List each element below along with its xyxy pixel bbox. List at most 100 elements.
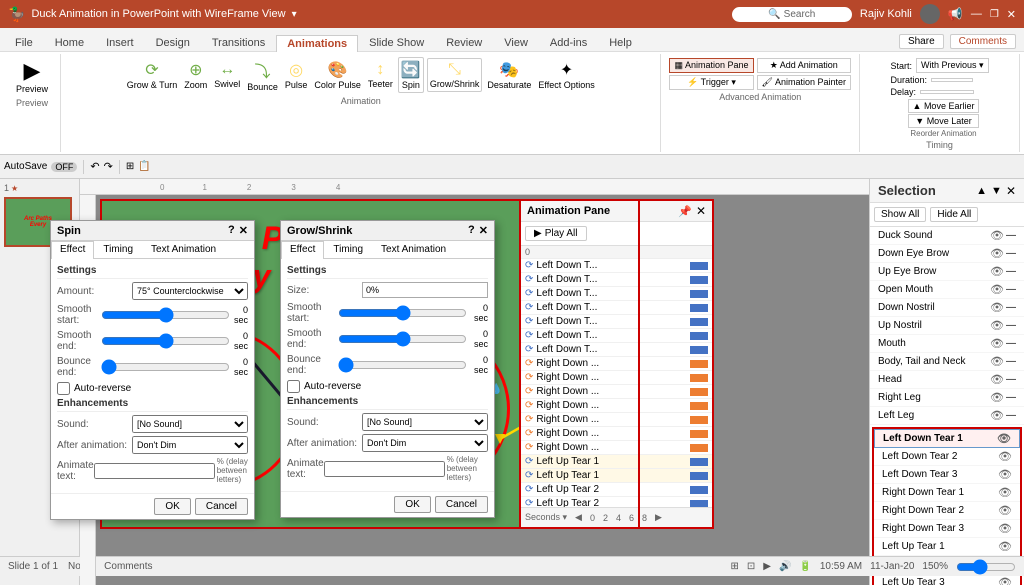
eye-up-eye-brow[interactable]: 👁 <box>990 265 1004 278</box>
play-all-btn[interactable]: ▶ Play All <box>525 226 587 241</box>
spin-amount-select[interactable]: 75° Counterclockwise <box>132 282 248 300</box>
zoom-slider[interactable] <box>956 561 1016 573</box>
anim-item-3[interactable]: ⟳ Left Down T... <box>521 287 712 301</box>
tab-design[interactable]: Design <box>145 34 201 51</box>
spin-animate-text-input[interactable] <box>94 463 215 479</box>
sel-head[interactable]: Head 👁 — <box>870 371 1024 389</box>
grow-smooth-start-slider[interactable] <box>338 307 467 319</box>
spin-dialog-help[interactable]: ? <box>228 224 235 237</box>
minimize-btn[interactable]: — <box>971 8 982 20</box>
anim-item-9[interactable]: ⟳ Right Down ... <box>521 371 712 385</box>
eye-body-tail-neck[interactable]: 👁 <box>990 355 1004 368</box>
grow-tab-timing[interactable]: Timing <box>324 241 372 258</box>
anim-pulse[interactable]: ◎ Pulse <box>283 58 310 92</box>
grow-bounce-end-slider[interactable] <box>338 359 467 371</box>
anim-item-7[interactable]: ⟳ Left Down T... <box>521 343 712 357</box>
anim-pane-pin[interactable]: 📌 <box>678 205 692 218</box>
anim-grow-shrink[interactable]: ⤡ Grow/Shrink <box>427 58 483 92</box>
spin-dialog-close[interactable]: ✕ <box>239 224 248 237</box>
anim-teeter[interactable]: ↕ Teeter <box>366 59 395 91</box>
anim-zoom[interactable]: ⊕ Zoom <box>182 58 209 92</box>
view-normal-btn[interactable]: ⊞ <box>730 561 738 572</box>
close-btn[interactable]: ✕ <box>1007 8 1016 21</box>
sel-left-down-tear-3[interactable]: Left Down Tear 3 👁 <box>874 466 1020 484</box>
eye-down-eye-brow[interactable]: 👁 <box>990 247 1004 260</box>
eye-right-down-tear-1[interactable]: 👁 <box>998 486 1012 499</box>
anim-bounce[interactable]: ⤵ Bounce <box>245 56 280 94</box>
search-bar[interactable]: 🔍 Search <box>732 7 852 22</box>
anim-desaturate[interactable]: 🎭 Desaturate <box>485 58 533 92</box>
tab-review[interactable]: Review <box>435 34 493 51</box>
tab-file[interactable]: File <box>4 34 44 51</box>
sel-down-nostril[interactable]: Down Nostril 👁 — <box>870 299 1024 317</box>
comments-button[interactable]: Comments <box>950 34 1016 49</box>
anim-item-10[interactable]: ⟳ Right Down ... <box>521 385 712 399</box>
anim-item-1[interactable]: ⟳ Left Down T... <box>521 259 712 273</box>
anim-item-17[interactable]: ⟳ Left Up Tear 2 <box>521 483 712 497</box>
hide-all-btn[interactable]: Hide All <box>930 207 978 222</box>
move-later-btn[interactable]: ▼ Move Later <box>908 114 980 128</box>
spin-after-anim-select[interactable]: Don't Dim <box>132 436 248 454</box>
dropdown-arrow[interactable]: ▾ <box>292 9 297 20</box>
sel-up-nostril[interactable]: Up Nostril 👁 — <box>870 317 1024 335</box>
spin-ok-btn[interactable]: OK <box>154 498 190 515</box>
sel-left-down-tear-1[interactable]: Left Down Tear 1 👁 <box>874 429 1020 448</box>
sel-left-leg[interactable]: Left Leg 👁 — <box>870 407 1024 425</box>
anim-pane-close[interactable]: ✕ <box>696 204 706 218</box>
tab-insert[interactable]: Insert <box>95 34 145 51</box>
anim-color-pulse[interactable]: 🎨 Color Pulse <box>312 58 363 92</box>
eye-right-leg[interactable]: 👁 <box>990 391 1004 404</box>
sel-right-down-tear-2[interactable]: Right Down Tear 2 👁 <box>874 502 1020 520</box>
spin-sound-select[interactable]: [No Sound] <box>132 415 248 433</box>
anim-item-5[interactable]: ⟳ Left Down T... <box>521 315 712 329</box>
eye-head[interactable]: 👁 <box>990 373 1004 386</box>
tab-transitions[interactable]: Transitions <box>201 34 276 51</box>
sel-right-down-tear-3[interactable]: Right Down Tear 3 👁 <box>874 520 1020 538</box>
spin-tab-timing[interactable]: Timing <box>94 241 142 258</box>
selection-close[interactable]: ✕ <box>1006 184 1016 198</box>
anim-item-8[interactable]: ⟳ Right Down ... <box>521 357 712 371</box>
sel-open-mouth[interactable]: Open Mouth 👁 — <box>870 281 1024 299</box>
anim-item-11[interactable]: ⟳ Right Down ... <box>521 399 712 413</box>
sel-right-down-tear-1[interactable]: Right Down Tear 1 👁 <box>874 484 1020 502</box>
show-all-btn[interactable]: Show All <box>874 207 926 222</box>
eye-left-down-tear-1[interactable]: 👁 <box>997 432 1011 445</box>
eye-right-down-tear-3[interactable]: 👁 <box>998 522 1012 535</box>
redo-btn[interactable]: ↷ <box>104 160 113 173</box>
sel-duck-sound[interactable]: Duck Sound 👁 — <box>870 227 1024 245</box>
grow-tab-text[interactable]: Text Animation <box>372 241 455 258</box>
trigger-btn[interactable]: ⚡ Trigger ▾ <box>669 75 753 90</box>
eye-left-leg[interactable]: 👁 <box>990 409 1004 422</box>
eye-duck-sound[interactable]: 👁 <box>990 229 1004 242</box>
sel-mouth[interactable]: Mouth 👁 — <box>870 335 1024 353</box>
anim-item-4[interactable]: ⟳ Left Down T... <box>521 301 712 315</box>
tab-home[interactable]: Home <box>44 34 95 51</box>
undo-btn[interactable]: ↶ <box>90 160 99 173</box>
sel-body-tail-neck[interactable]: Body, Tail and Neck 👁 — <box>870 353 1024 371</box>
share-button[interactable]: Share <box>899 34 944 49</box>
grow-ok-btn[interactable]: OK <box>394 496 430 513</box>
eye-left-up-tear-1[interactable]: 👁 <box>998 540 1012 553</box>
autosave-toggle[interactable]: OFF <box>51 162 77 172</box>
anim-item-18[interactable]: ⟳ Left Up Tear 2 <box>521 497 712 507</box>
sel-left-up-tear-1[interactable]: Left Up Tear 1 👁 <box>874 538 1020 556</box>
eye-right-down-tear-2[interactable]: 👁 <box>998 504 1012 517</box>
paste-btn[interactable]: 📋 <box>138 161 150 172</box>
move-earlier-btn[interactable]: ▲ Move Earlier <box>908 99 980 113</box>
anim-item-14[interactable]: ⟳ Right Down ... <box>521 441 712 455</box>
tab-animations[interactable]: Animations <box>276 35 358 52</box>
grow-smooth-end-slider[interactable] <box>338 333 467 345</box>
spin-cancel-btn[interactable]: Cancel <box>195 498 248 515</box>
selection-down-icon[interactable]: ▼ <box>991 185 1002 197</box>
anim-item-6[interactable]: ⟳ Left Down T... <box>521 329 712 343</box>
anim-swivel[interactable]: ↔ Swivel <box>212 59 242 91</box>
sel-down-eye-brow[interactable]: Down Eye Brow 👁 — <box>870 245 1024 263</box>
view-slideshow-btn[interactable]: ▶ <box>763 561 771 572</box>
eye-open-mouth[interactable]: 👁 <box>990 283 1004 296</box>
sel-right-leg[interactable]: Right Leg 👁 — <box>870 389 1024 407</box>
spin-smooth-end-slider[interactable] <box>101 335 230 347</box>
grow-auto-reverse-check[interactable] <box>287 380 300 393</box>
tab-view[interactable]: View <box>493 34 539 51</box>
grow-animate-text-input[interactable] <box>324 461 445 477</box>
spin-tab-text[interactable]: Text Animation <box>142 241 225 258</box>
